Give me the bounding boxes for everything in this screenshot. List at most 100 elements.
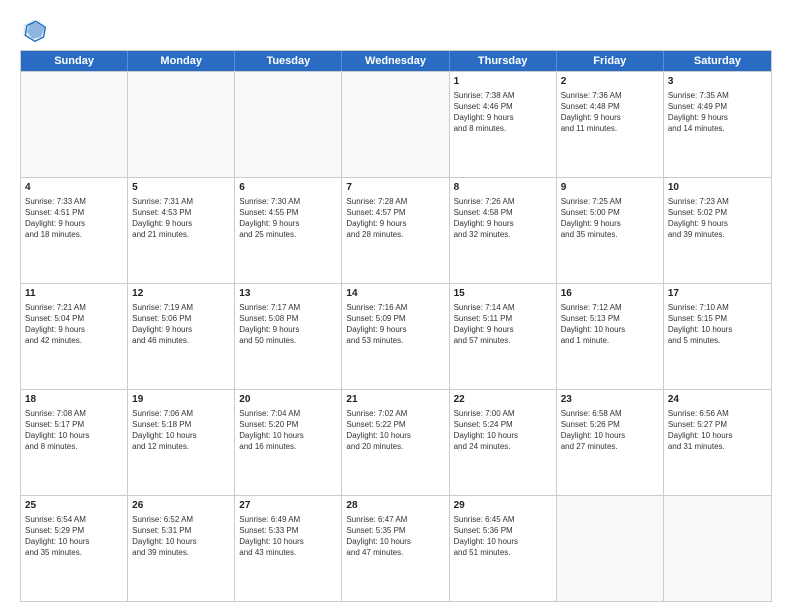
calendar-cell [557,496,664,601]
cell-info: Sunrise: 7:06 AMSunset: 5:18 PMDaylight:… [132,408,230,453]
day-number: 9 [561,181,659,195]
day-number: 10 [668,181,767,195]
cell-info: Sunrise: 7:08 AMSunset: 5:17 PMDaylight:… [25,408,123,453]
cell-info: Sunrise: 7:00 AMSunset: 5:24 PMDaylight:… [454,408,552,453]
calendar-cell: 27Sunrise: 6:49 AMSunset: 5:33 PMDayligh… [235,496,342,601]
calendar-cell: 3Sunrise: 7:35 AMSunset: 4:49 PMDaylight… [664,72,771,177]
cell-info: Sunrise: 7:30 AMSunset: 4:55 PMDaylight:… [239,196,337,241]
calendar-cell: 9Sunrise: 7:25 AMSunset: 5:00 PMDaylight… [557,178,664,283]
calendar-cell: 7Sunrise: 7:28 AMSunset: 4:57 PMDaylight… [342,178,449,283]
cell-info: Sunrise: 7:23 AMSunset: 5:02 PMDaylight:… [668,196,767,241]
day-number: 1 [454,75,552,89]
day-number: 13 [239,287,337,301]
cell-info: Sunrise: 6:52 AMSunset: 5:31 PMDaylight:… [132,514,230,559]
cell-info: Sunrise: 6:56 AMSunset: 5:27 PMDaylight:… [668,408,767,453]
cal-header-saturday: Saturday [664,51,771,71]
calendar-cell: 22Sunrise: 7:00 AMSunset: 5:24 PMDayligh… [450,390,557,495]
calendar-row-2: 11Sunrise: 7:21 AMSunset: 5:04 PMDayligh… [21,283,771,389]
calendar-cell: 14Sunrise: 7:16 AMSunset: 5:09 PMDayligh… [342,284,449,389]
cal-header-friday: Friday [557,51,664,71]
logo-icon [20,16,48,44]
cell-info: Sunrise: 7:33 AMSunset: 4:51 PMDaylight:… [25,196,123,241]
day-number: 2 [561,75,659,89]
calendar-cell [342,72,449,177]
day-number: 18 [25,393,123,407]
calendar: SundayMondayTuesdayWednesdayThursdayFrid… [20,50,772,602]
calendar-cell: 19Sunrise: 7:06 AMSunset: 5:18 PMDayligh… [128,390,235,495]
calendar-row-3: 18Sunrise: 7:08 AMSunset: 5:17 PMDayligh… [21,389,771,495]
cell-info: Sunrise: 6:58 AMSunset: 5:26 PMDaylight:… [561,408,659,453]
day-number: 23 [561,393,659,407]
cal-header-tuesday: Tuesday [235,51,342,71]
calendar-cell: 15Sunrise: 7:14 AMSunset: 5:11 PMDayligh… [450,284,557,389]
cell-info: Sunrise: 7:14 AMSunset: 5:11 PMDaylight:… [454,302,552,347]
day-number: 15 [454,287,552,301]
calendar-cell: 26Sunrise: 6:52 AMSunset: 5:31 PMDayligh… [128,496,235,601]
calendar-row-1: 4Sunrise: 7:33 AMSunset: 4:51 PMDaylight… [21,177,771,283]
header [20,16,772,44]
calendar-cell: 12Sunrise: 7:19 AMSunset: 5:06 PMDayligh… [128,284,235,389]
cell-info: Sunrise: 6:54 AMSunset: 5:29 PMDaylight:… [25,514,123,559]
day-number: 28 [346,499,444,513]
calendar-cell: 5Sunrise: 7:31 AMSunset: 4:53 PMDaylight… [128,178,235,283]
day-number: 3 [668,75,767,89]
day-number: 19 [132,393,230,407]
cell-info: Sunrise: 7:25 AMSunset: 5:00 PMDaylight:… [561,196,659,241]
day-number: 20 [239,393,337,407]
cal-header-monday: Monday [128,51,235,71]
cell-info: Sunrise: 7:02 AMSunset: 5:22 PMDaylight:… [346,408,444,453]
day-number: 7 [346,181,444,195]
calendar-cell: 20Sunrise: 7:04 AMSunset: 5:20 PMDayligh… [235,390,342,495]
calendar-cell: 16Sunrise: 7:12 AMSunset: 5:13 PMDayligh… [557,284,664,389]
cell-info: Sunrise: 7:16 AMSunset: 5:09 PMDaylight:… [346,302,444,347]
cell-info: Sunrise: 7:31 AMSunset: 4:53 PMDaylight:… [132,196,230,241]
day-number: 29 [454,499,552,513]
day-number: 22 [454,393,552,407]
cell-info: Sunrise: 7:28 AMSunset: 4:57 PMDaylight:… [346,196,444,241]
day-number: 17 [668,287,767,301]
cell-info: Sunrise: 7:35 AMSunset: 4:49 PMDaylight:… [668,90,767,135]
calendar-cell: 21Sunrise: 7:02 AMSunset: 5:22 PMDayligh… [342,390,449,495]
cell-info: Sunrise: 7:12 AMSunset: 5:13 PMDaylight:… [561,302,659,347]
day-number: 21 [346,393,444,407]
cell-info: Sunrise: 6:49 AMSunset: 5:33 PMDaylight:… [239,514,337,559]
cal-header-sunday: Sunday [21,51,128,71]
calendar-cell: 2Sunrise: 7:36 AMSunset: 4:48 PMDaylight… [557,72,664,177]
calendar-cell: 29Sunrise: 6:45 AMSunset: 5:36 PMDayligh… [450,496,557,601]
day-number: 24 [668,393,767,407]
day-number: 25 [25,499,123,513]
calendar-header-row: SundayMondayTuesdayWednesdayThursdayFrid… [21,51,771,71]
calendar-cell: 23Sunrise: 6:58 AMSunset: 5:26 PMDayligh… [557,390,664,495]
calendar-cell: 17Sunrise: 7:10 AMSunset: 5:15 PMDayligh… [664,284,771,389]
cal-header-thursday: Thursday [450,51,557,71]
day-number: 16 [561,287,659,301]
calendar-cell: 8Sunrise: 7:26 AMSunset: 4:58 PMDaylight… [450,178,557,283]
day-number: 5 [132,181,230,195]
calendar-cell: 24Sunrise: 6:56 AMSunset: 5:27 PMDayligh… [664,390,771,495]
cal-header-wednesday: Wednesday [342,51,449,71]
day-number: 27 [239,499,337,513]
cell-info: Sunrise: 7:36 AMSunset: 4:48 PMDaylight:… [561,90,659,135]
cell-info: Sunrise: 6:45 AMSunset: 5:36 PMDaylight:… [454,514,552,559]
logo [20,16,52,44]
day-number: 26 [132,499,230,513]
cell-info: Sunrise: 7:21 AMSunset: 5:04 PMDaylight:… [25,302,123,347]
calendar-cell [128,72,235,177]
day-number: 4 [25,181,123,195]
calendar-cell: 25Sunrise: 6:54 AMSunset: 5:29 PMDayligh… [21,496,128,601]
page: SundayMondayTuesdayWednesdayThursdayFrid… [0,0,792,612]
cell-info: Sunrise: 7:19 AMSunset: 5:06 PMDaylight:… [132,302,230,347]
calendar-cell: 18Sunrise: 7:08 AMSunset: 5:17 PMDayligh… [21,390,128,495]
calendar-row-4: 25Sunrise: 6:54 AMSunset: 5:29 PMDayligh… [21,495,771,601]
cell-info: Sunrise: 6:47 AMSunset: 5:35 PMDaylight:… [346,514,444,559]
cell-info: Sunrise: 7:04 AMSunset: 5:20 PMDaylight:… [239,408,337,453]
day-number: 14 [346,287,444,301]
calendar-row-0: 1Sunrise: 7:38 AMSunset: 4:46 PMDaylight… [21,71,771,177]
cell-info: Sunrise: 7:17 AMSunset: 5:08 PMDaylight:… [239,302,337,347]
calendar-cell [235,72,342,177]
calendar-cell [664,496,771,601]
calendar-body: 1Sunrise: 7:38 AMSunset: 4:46 PMDaylight… [21,71,771,601]
cell-info: Sunrise: 7:26 AMSunset: 4:58 PMDaylight:… [454,196,552,241]
day-number: 12 [132,287,230,301]
cell-info: Sunrise: 7:10 AMSunset: 5:15 PMDaylight:… [668,302,767,347]
